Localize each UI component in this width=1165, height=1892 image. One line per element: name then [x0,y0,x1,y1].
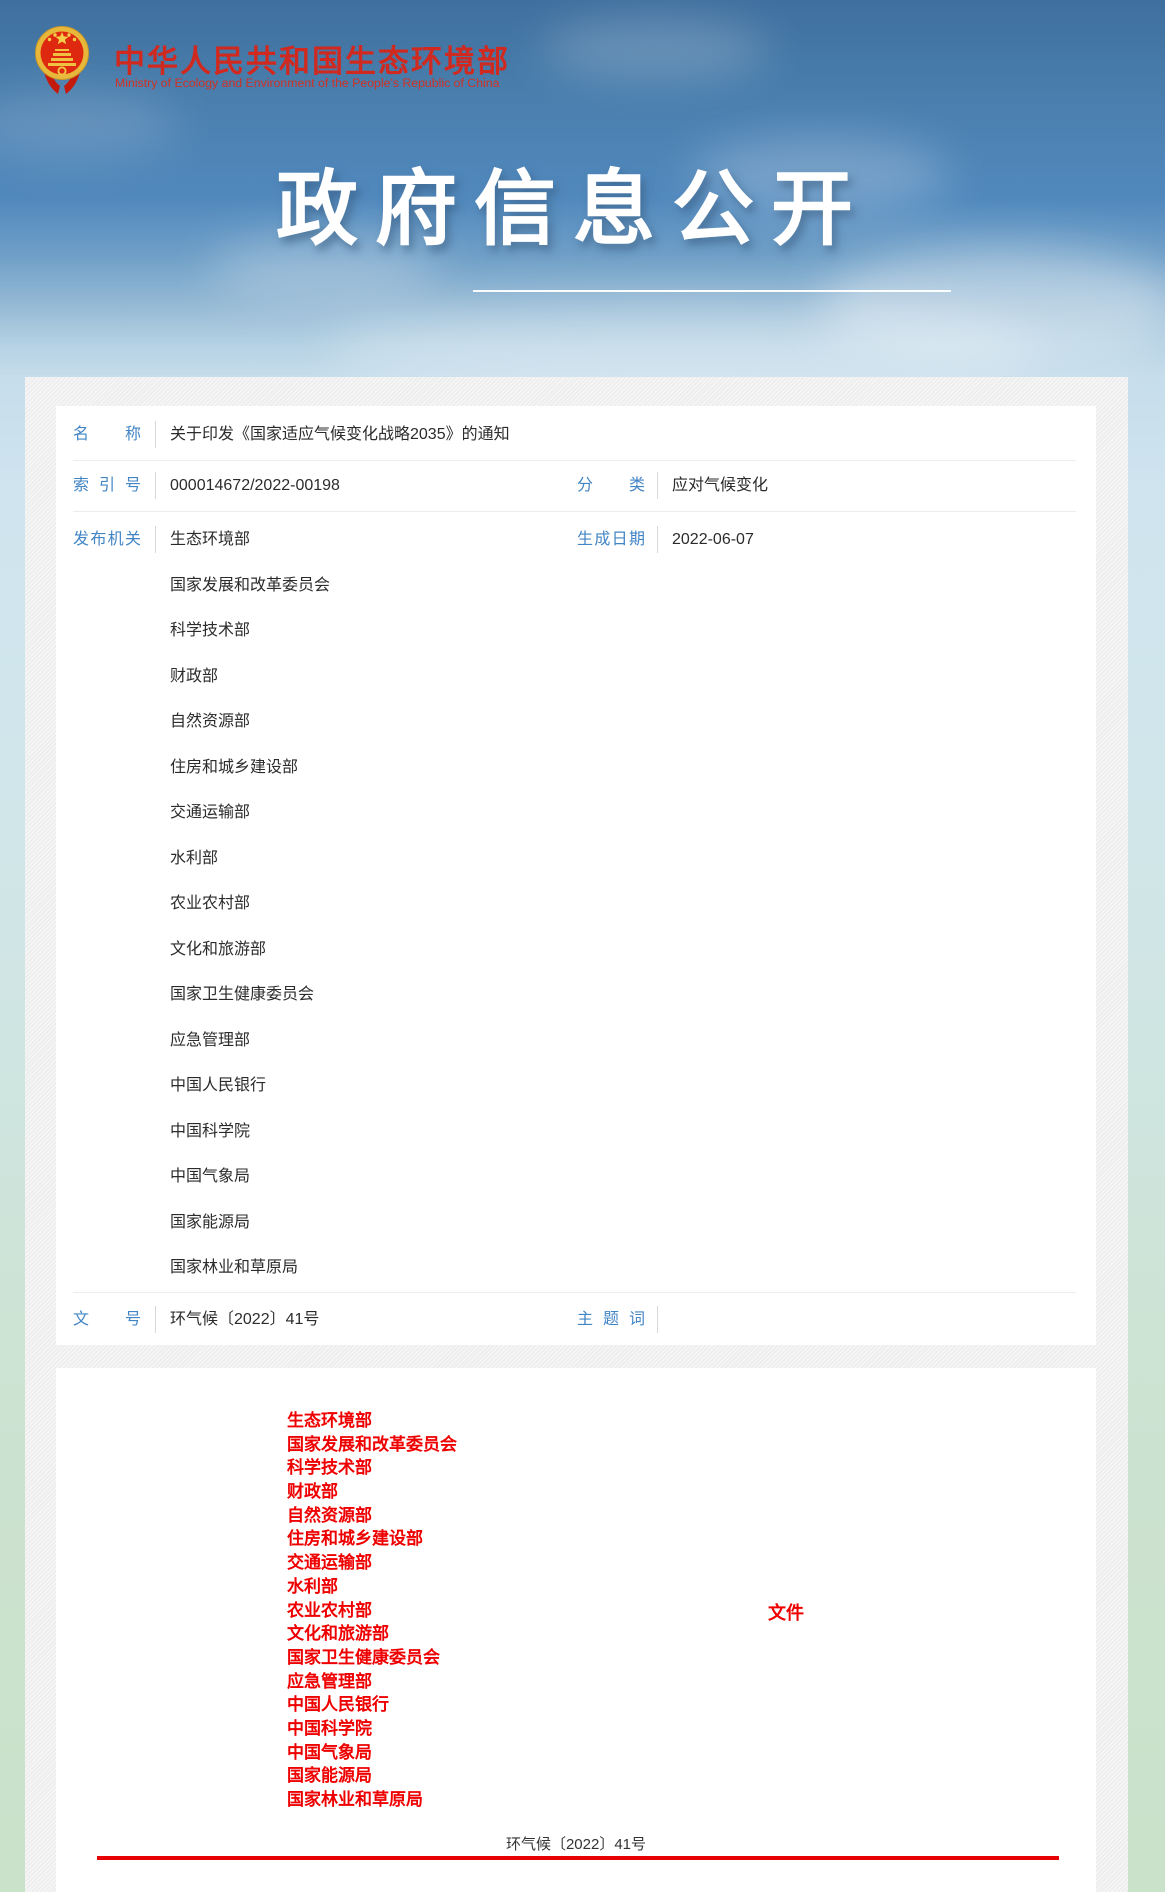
agency-item: 国家林业和草原局 [287,1788,457,1812]
publisher-item: 水利部 [170,836,330,882]
document-type-label: 文件 [768,1599,804,1625]
date-label: 生成日期 [577,530,645,550]
publisher-item: 交通运输部 [170,790,330,836]
category-label: 分类 [577,476,645,496]
metadata-card: 名称 关于印发《国家适应气候变化战略2035》的通知 索引号 000014672… [56,406,1096,1345]
label-divider [155,1306,156,1333]
page-title: 政府信息公开 [276,142,870,261]
publisher-item: 农业农村部 [170,881,330,927]
publisher-item: 生态环境部 [170,517,330,563]
label-divider [155,472,156,499]
publisher-item: 自然资源部 [170,699,330,745]
document-number: 环气候〔2022〕41号 [56,1833,1096,1854]
row-divider [73,1292,1076,1293]
index-label: 索引号 [73,476,141,496]
agency-list: 生态环境部国家发展和改革委员会科学技术部财政部自然资源部住房和城乡建设部交通运输… [287,1409,457,1812]
row-divider [73,511,1076,512]
ministry-title[interactable]: 中华人民共和国生态环境部 [114,36,510,81]
name-value: 关于印发《国家适应气候变化战略2035》的通知 [170,425,510,445]
publisher-item: 应急管理部 [170,1018,330,1064]
agency-item: 中国人民银行 [287,1693,457,1717]
category-value: 应对气候变化 [672,476,768,496]
agency-item: 自然资源部 [287,1504,457,1528]
name-label: 名称 [73,425,141,445]
agency-item: 科学技术部 [287,1456,457,1480]
docnum-label: 文号 [73,1310,141,1330]
agency-item: 中国气象局 [287,1741,457,1765]
publisher-item: 文化和旅游部 [170,927,330,973]
docnum-value: 环气候〔2022〕41号 [170,1310,319,1330]
agency-item: 国家卫生健康委员会 [287,1646,457,1670]
subject-label: 主题词 [577,1310,645,1330]
publisher-item: 住房和城乡建设部 [170,745,330,791]
ministry-subtitle: Ministry of Ecology and Environment of t… [115,76,499,90]
national-emblem-icon[interactable] [33,22,91,100]
publisher-item: 国家卫生健康委员会 [170,972,330,1018]
publisher-item: 中国人民银行 [170,1063,330,1109]
publisher-item: 国家林业和草原局 [170,1245,330,1291]
label-divider [155,526,156,553]
label-divider [155,421,156,448]
agency-item: 农业农村部 [287,1599,457,1623]
agency-item: 国家能源局 [287,1764,457,1788]
label-divider [657,1306,658,1333]
label-divider [657,526,658,553]
cloud-decoration [0,90,180,160]
date-value: 2022-06-07 [672,530,754,550]
publisher-item: 科学技术部 [170,608,330,654]
agency-item: 生态环境部 [287,1409,457,1433]
agency-item: 中国科学院 [287,1717,457,1741]
agency-item: 文化和旅游部 [287,1622,457,1646]
agency-item: 交通运输部 [287,1551,457,1575]
publisher-item: 国家能源局 [170,1200,330,1246]
label-divider [657,472,658,499]
agency-item: 住房和城乡建设部 [287,1527,457,1551]
publisher-item: 中国气象局 [170,1154,330,1200]
title-underline [473,290,951,292]
publisher-item: 中国科学院 [170,1109,330,1155]
content-wrapper: 名称 关于印发《国家适应气候变化战略2035》的通知 索引号 000014672… [25,377,1128,1892]
document-card: 生态环境部国家发展和改革委员会科学技术部财政部自然资源部住房和城乡建设部交通运输… [56,1368,1096,1892]
cloud-decoration [540,18,770,80]
publisher-item: 财政部 [170,654,330,700]
publisher-label: 发布机关 [73,530,141,550]
publisher-item: 国家发展和改革委员会 [170,563,330,609]
row-divider [73,460,1076,461]
agency-item: 水利部 [287,1575,457,1599]
agency-item: 财政部 [287,1480,457,1504]
agency-item: 国家发展和改革委员会 [287,1433,457,1457]
publisher-list: 生态环境部国家发展和改革委员会科学技术部财政部自然资源部住房和城乡建设部交通运输… [170,517,330,1291]
red-rule-divider [97,1856,1059,1860]
index-value: 000014672/2022-00198 [170,476,340,496]
agency-item: 应急管理部 [287,1670,457,1694]
page: 中华人民共和国生态环境部 Ministry of Ecology and Env… [0,0,1165,1892]
